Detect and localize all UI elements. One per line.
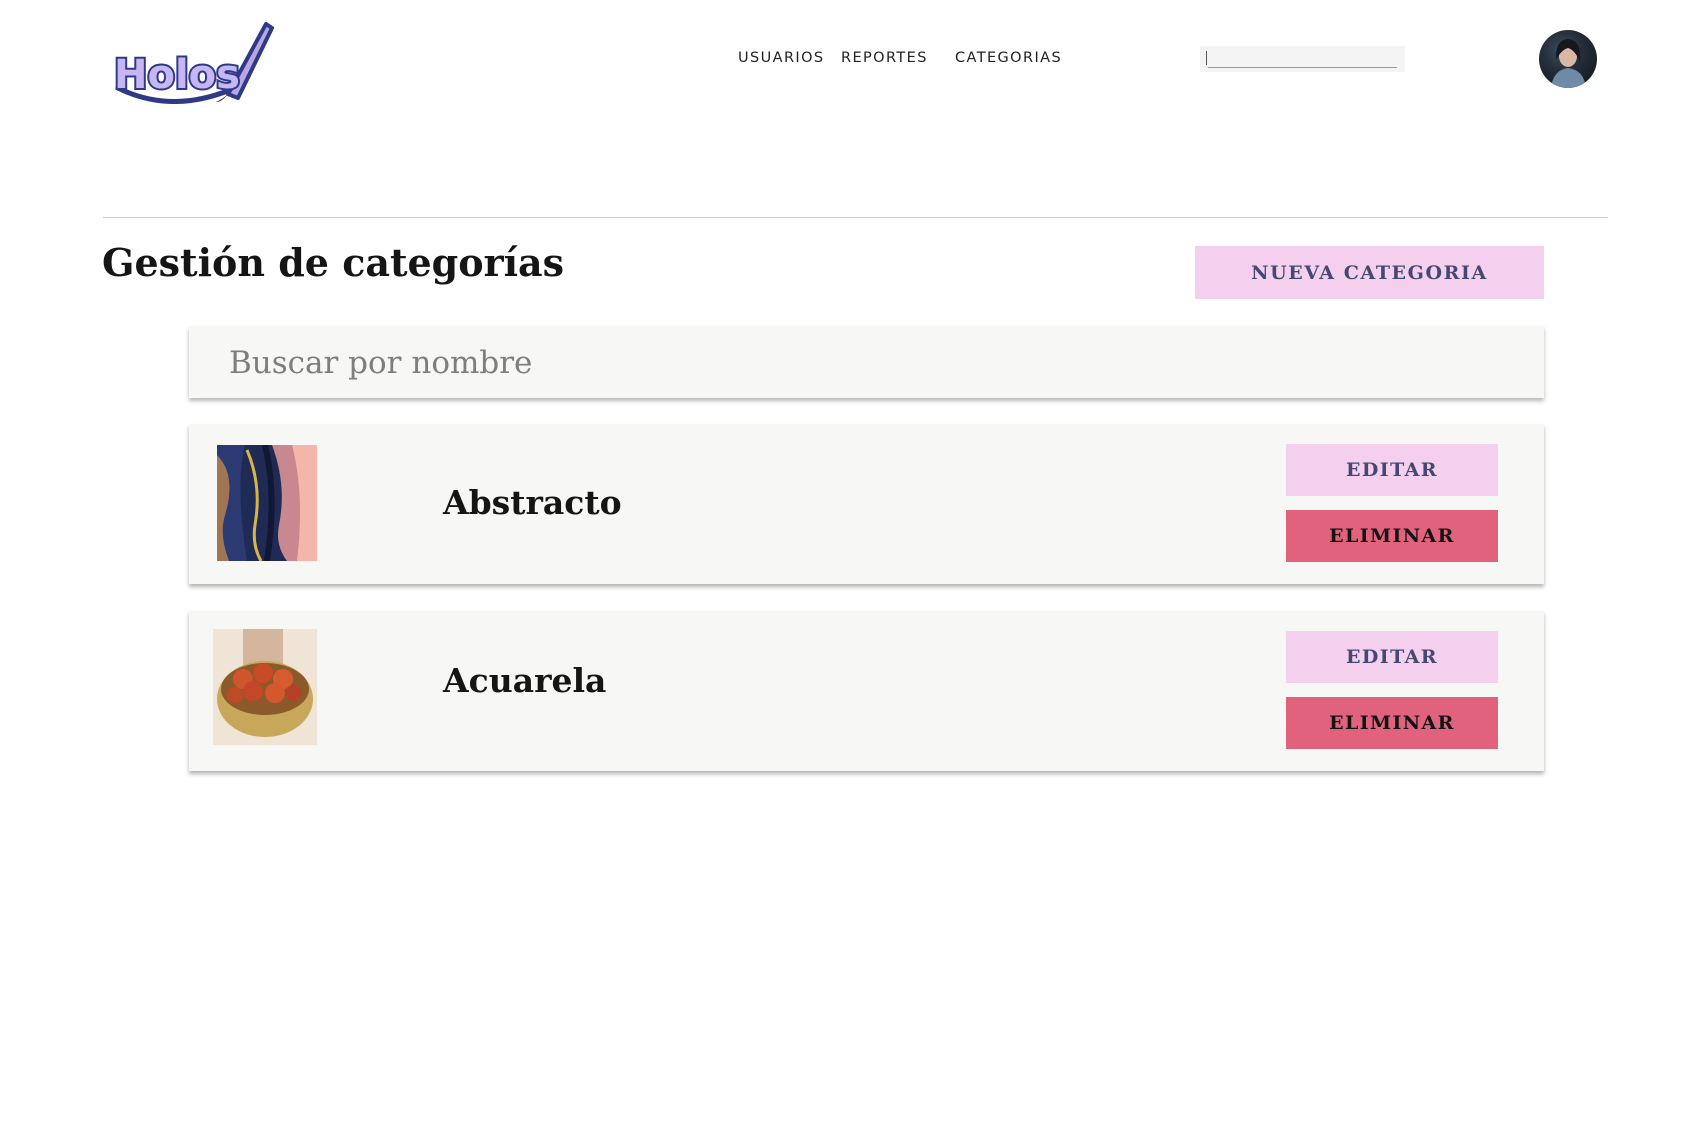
header-divider [103,217,1608,218]
svg-text:Holos: Holos [114,52,240,98]
search-underline [1208,67,1397,68]
delete-button[interactable]: ELIMINAR [1286,697,1498,749]
header-search-input[interactable] [1200,46,1405,72]
category-name: Acuarela [443,661,607,700]
delete-button[interactable]: ELIMINAR [1286,510,1498,562]
category-search-bar [189,326,1544,398]
page-title: Gestión de categorías [102,240,565,285]
category-card: Acuarela EDITAR ELIMINAR [189,611,1544,771]
holos-logo[interactable]: Holos [110,18,275,104]
category-search-input[interactable] [227,336,1511,390]
category-thumbnail [213,629,317,745]
category-card: Abstracto EDITAR ELIMINAR [189,424,1544,584]
new-category-button[interactable]: NUEVA CATEGORIA [1195,246,1544,299]
nav-reportes-link[interactable]: REPORTES [841,50,928,66]
nav-usuarios-link[interactable]: USUARIOS [738,50,825,66]
category-thumbnail [217,445,317,561]
nav-categorias-link[interactable]: CATEGORIAS [955,50,1062,66]
user-avatar[interactable] [1539,30,1597,88]
edit-button[interactable]: EDITAR [1286,631,1498,683]
edit-button[interactable]: EDITAR [1286,444,1498,496]
category-name: Abstracto [443,483,622,522]
text-caret [1206,51,1207,65]
